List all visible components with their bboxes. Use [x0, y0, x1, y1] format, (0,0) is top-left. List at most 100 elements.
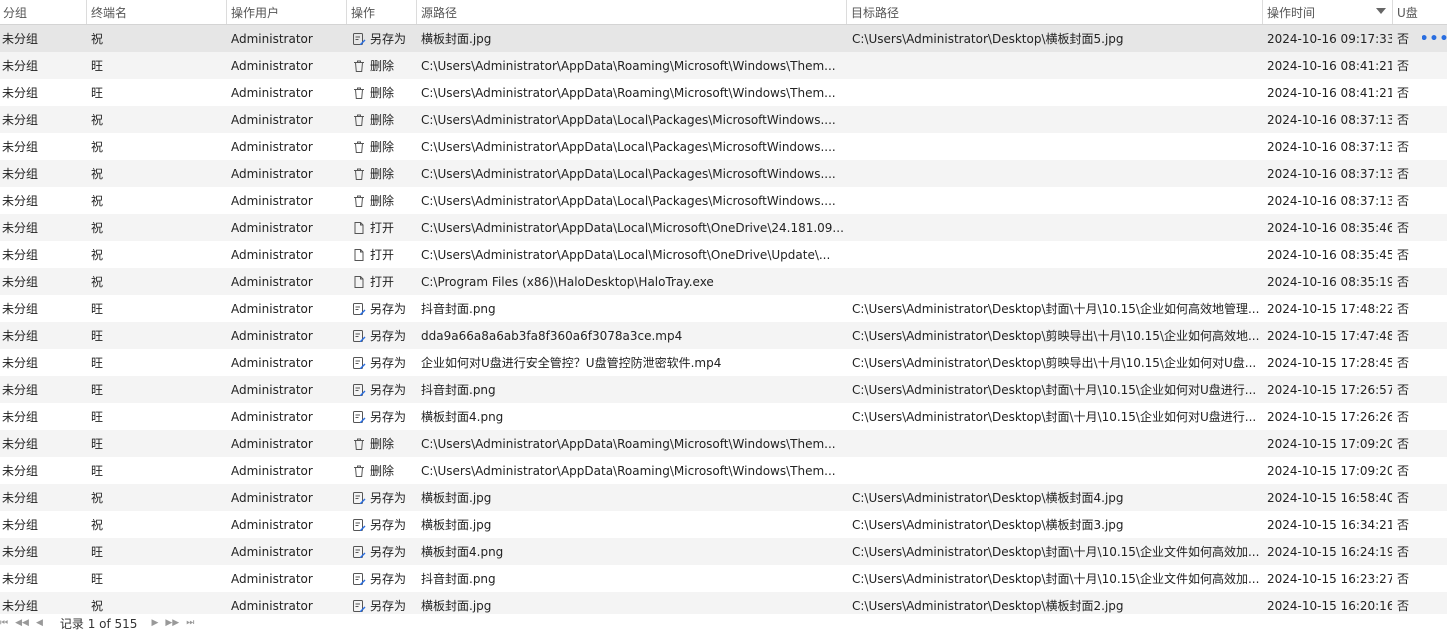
cell-terminal: 旺 — [91, 545, 104, 559]
cell-source-path: 横板封面.jpg — [421, 518, 492, 532]
table-row[interactable]: 未分组 祝 Administrator 另存为 横板封面.jpg C:\Users\Adm… — [0, 25, 1447, 52]
grid-body: 未分组祝 Administrator 另存为 横板封面.jpg C:\Users\Adm… — [0, 25, 1447, 614]
save-as-icon — [352, 491, 366, 505]
cell-operation: 删除 — [346, 457, 416, 484]
cell-target-path: C:\Users\Administrator\Desktop\横板封面5.jpg — [852, 32, 1124, 46]
column-header-usb[interactable]: U盘 — [1392, 0, 1422, 24]
cell-time: 2024-10-15 17:09:20 — [1267, 436, 1392, 451]
cell-time: 2024-10-15 17:26:57 — [1267, 382, 1392, 397]
table-row[interactable]: 未分组 祝 Administrator 另存为 横板封面.jpg C:\Users\Adm… — [0, 511, 1447, 538]
table-row[interactable]: 未分组 旺 Administrator 另存为 抖音封面.png C:\Users\Adm… — [0, 295, 1447, 322]
cell-operation: 打开 — [346, 214, 416, 241]
prev-page-icon[interactable]: ◀◀ — [15, 618, 29, 628]
table-row[interactable]: 未分组 旺 Administrator 另存为 企业如何对U盘进行安全管控？U盘管控防泄… — [0, 349, 1447, 376]
cell-source-path: C:\Users\Administrator\AppData\Local\Mic… — [421, 247, 831, 262]
cell-user: Administrator — [231, 112, 313, 127]
table-row[interactable]: 未分组 祝 Administrator 另存为 横板封面.jpg C:\Users\Adm… — [0, 592, 1447, 614]
last-page-icon[interactable]: ⏭ — [186, 618, 194, 628]
cell-operation: 另存为 — [346, 565, 416, 592]
cell-user: Administrator — [231, 85, 313, 100]
table-row[interactable]: 未分组 祝 Administrator 打开 C:\Program Files (x86… — [0, 268, 1447, 295]
prev-record-icon[interactable]: ◀ — [36, 618, 43, 628]
operation-label: 另存为 — [370, 545, 407, 559]
operation-label: 另存为 — [370, 572, 407, 586]
table-row[interactable]: 未分组 旺 Administrator 另存为 横板封面4.png C:\Users\Ad… — [0, 403, 1447, 430]
table-row[interactable]: 未分组 祝 Administrator 打开 C:\Users\Administrato… — [0, 214, 1447, 241]
table-row[interactable]: 未分组 祝 Administrator 打开 C:\Users\Administrato… — [0, 241, 1447, 268]
sort-desc-icon[interactable] — [1376, 8, 1386, 14]
cell-operation: 另存为 — [346, 25, 416, 52]
operation-label: 删除 — [370, 167, 395, 181]
table-row[interactable]: 未分组 祝 Administrator 删除 C:\Users\Administrato… — [0, 106, 1447, 133]
table-row[interactable]: 未分组 旺 Administrator 另存为 抖音封面.png C:\Users\Adm… — [0, 565, 1447, 592]
table-row[interactable]: 未分组 旺 Administrator 删除 C:\Users\Administrato… — [0, 79, 1447, 106]
cell-user: Administrator — [231, 328, 313, 343]
cell-group: 未分组 — [2, 113, 39, 127]
cell-time: 2024-10-15 16:58:40 — [1267, 490, 1392, 505]
cell-time: 2024-10-16 08:41:21 — [1267, 85, 1392, 100]
cell-time: 2024-10-16 09:17:33 — [1267, 31, 1392, 46]
cell-source-path: C:\Users\Administrator\AppData\Local\Mic… — [421, 220, 844, 235]
table-row[interactable]: 未分组 旺 Administrator 删除 C:\Users\Administrato… — [0, 457, 1447, 484]
cell-operation: 另存为 — [346, 295, 416, 322]
cell-group: 未分组 — [2, 194, 39, 208]
table-row[interactable]: 未分组 旺 Administrator 另存为 横板封面4.png C:\Users\Ad… — [0, 538, 1447, 565]
column-header-label: 操作用户 — [231, 5, 280, 20]
column-header-target[interactable]: 目标路径 — [846, 0, 1262, 24]
table-row[interactable]: 未分组 旺 Administrator 另存为 抖音封面.png C:\Users\Adm… — [0, 376, 1447, 403]
cell-source-path: C:\Users\Administrator\AppData\Roaming\M… — [421, 436, 836, 451]
cell-terminal: 旺 — [91, 437, 104, 451]
cell-group: 未分组 — [2, 572, 39, 586]
trash-icon — [352, 194, 366, 208]
cell-source-path: 横板封面4.png — [421, 545, 504, 559]
cell-user: Administrator — [231, 409, 313, 424]
table-row[interactable]: 未分组 祝 Administrator 删除 C:\Users\Administrato… — [0, 160, 1447, 187]
column-header-label: 终端名 — [91, 5, 128, 20]
column-header-group[interactable]: 分组 — [0, 0, 86, 24]
column-header-label: 源路径 — [421, 5, 458, 20]
table-row[interactable]: 未分组 旺 Administrator 删除 C:\Users\Administrato… — [0, 430, 1447, 457]
cell-group: 未分组 — [2, 356, 39, 370]
column-header-operation[interactable]: 操作 — [346, 0, 416, 24]
table-row[interactable]: 未分组 旺 Administrator 删除 C:\Users\Administrato… — [0, 52, 1447, 79]
table-row[interactable]: 未分组 祝 Administrator 删除 C:\Users\Administrato… — [0, 133, 1447, 160]
cell-source-path: C:\Users\Administrator\AppData\Local\Pac… — [421, 166, 836, 181]
cell-group: 未分组 — [2, 545, 39, 559]
column-header-terminal[interactable]: 终端名 — [86, 0, 226, 24]
cell-source-path: 横板封面.jpg — [421, 32, 492, 46]
cell-group: 未分组 — [2, 248, 39, 262]
table-row[interactable]: 未分组 祝 Administrator 另存为 横板封面.jpg C:\Users\Adm… — [0, 484, 1447, 511]
next-record-icon[interactable]: ▶ — [151, 618, 158, 628]
cell-user: Administrator — [231, 463, 313, 478]
cell-source-path: 横板封面4.png — [421, 410, 504, 424]
cell-usb: 否 — [1397, 167, 1410, 181]
cell-terminal: 旺 — [91, 356, 104, 370]
cell-user: Administrator — [231, 301, 313, 316]
operation-label: 删除 — [370, 113, 395, 127]
cell-terminal: 旺 — [91, 464, 104, 478]
cell-source-path: C:\Program Files (x86)\HaloDesktop\HaloT… — [421, 274, 714, 289]
cell-usb: 否 — [1397, 491, 1410, 505]
column-header-user[interactable]: 操作用户 — [226, 0, 346, 24]
cell-terminal: 旺 — [91, 410, 104, 424]
first-page-icon[interactable]: ⏮ — [0, 618, 8, 628]
cell-target-path: C:\Users\Administrator\Desktop\剪映导出\十月\1… — [852, 356, 1257, 370]
column-header-time[interactable]: 操作时间 — [1262, 0, 1392, 24]
cell-operation: 删除 — [346, 106, 416, 133]
cell-source-path: C:\Users\Administrator\AppData\Local\Pac… — [421, 112, 836, 127]
table-row[interactable]: 未分组 旺 Administrator 另存为 dda9a66a8a6ab3fa8f36… — [0, 322, 1447, 349]
cell-user: Administrator — [231, 355, 313, 370]
record-position: 记录 1 of 515 — [59, 616, 138, 631]
column-header-source[interactable]: 源路径 — [416, 0, 846, 24]
cell-group: 未分组 — [2, 437, 39, 451]
save-as-icon — [352, 572, 366, 586]
cell-user: Administrator — [231, 58, 313, 73]
cell-user: Administrator — [231, 598, 313, 613]
cell-terminal: 旺 — [91, 383, 104, 397]
table-row[interactable]: 未分组 祝 Administrator 删除 C:\Users\Administrato… — [0, 187, 1447, 214]
more-dots-icon[interactable]: ••• — [1422, 25, 1447, 52]
cell-group: 未分组 — [2, 221, 39, 235]
next-page-icon[interactable]: ▶▶ — [165, 618, 179, 628]
cell-source-path: 横板封面.jpg — [421, 599, 492, 613]
column-header-label: 操作时间 — [1267, 5, 1316, 20]
